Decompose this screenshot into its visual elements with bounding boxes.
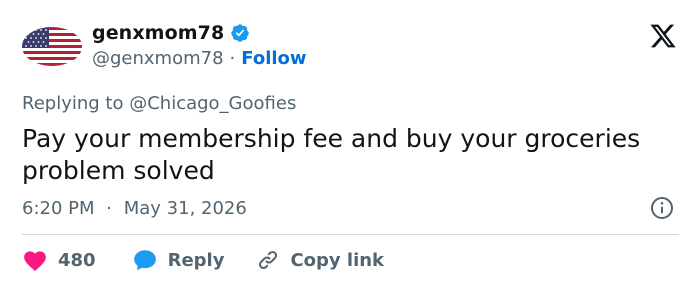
like-count: 480 [58, 249, 96, 271]
author-display-name[interactable]: genxmom78 [92, 22, 224, 44]
tweet-text: Pay your membership fee and buy your gro… [22, 123, 672, 187]
author-name-row: genxmom78 [92, 20, 250, 46]
meta-separator: · [106, 198, 112, 219]
avatar[interactable] [22, 27, 82, 66]
reply-button[interactable]: Reply [132, 248, 225, 272]
tweet-text-line: problem solved [22, 156, 215, 185]
tweet-timestamp[interactable]: 6:20 PM · May 31, 2026 [22, 198, 247, 219]
reply-mention-link[interactable]: @Chicago_Goofies [129, 93, 296, 114]
handle-separator: · [229, 48, 236, 69]
tweet-time: 6:20 PM [22, 198, 95, 219]
us-flag-avatar-icon [22, 27, 82, 66]
heart-icon [22, 248, 48, 272]
like-button[interactable]: 480 [22, 248, 96, 272]
info-icon[interactable] [650, 196, 674, 220]
reply-bubble-icon [132, 248, 158, 272]
tweet-date: May 31, 2026 [123, 198, 247, 219]
copy-link-button[interactable]: Copy link [256, 248, 384, 272]
reply-context: Replying to @Chicago_Goofies [22, 93, 296, 114]
author-handle[interactable]: @genxmom78 [92, 48, 224, 69]
reply-label: Reply [167, 249, 225, 271]
tweet-card: genxmom78 @genxmom78 · Follow Replying t… [0, 0, 700, 287]
x-logo-icon[interactable] [648, 22, 678, 50]
tweet-text-line: Pay your membership fee and buy your gro… [22, 124, 641, 153]
action-bar: 480 Reply Copy link [22, 246, 384, 274]
author-handle-row: @genxmom78 · Follow [92, 48, 307, 69]
verified-badge-icon [230, 23, 250, 43]
follow-button[interactable]: Follow [241, 48, 306, 69]
copy-link-label: Copy link [290, 249, 385, 271]
reply-context-prefix: Replying to [22, 93, 124, 114]
link-icon [256, 248, 280, 272]
divider [22, 234, 679, 235]
